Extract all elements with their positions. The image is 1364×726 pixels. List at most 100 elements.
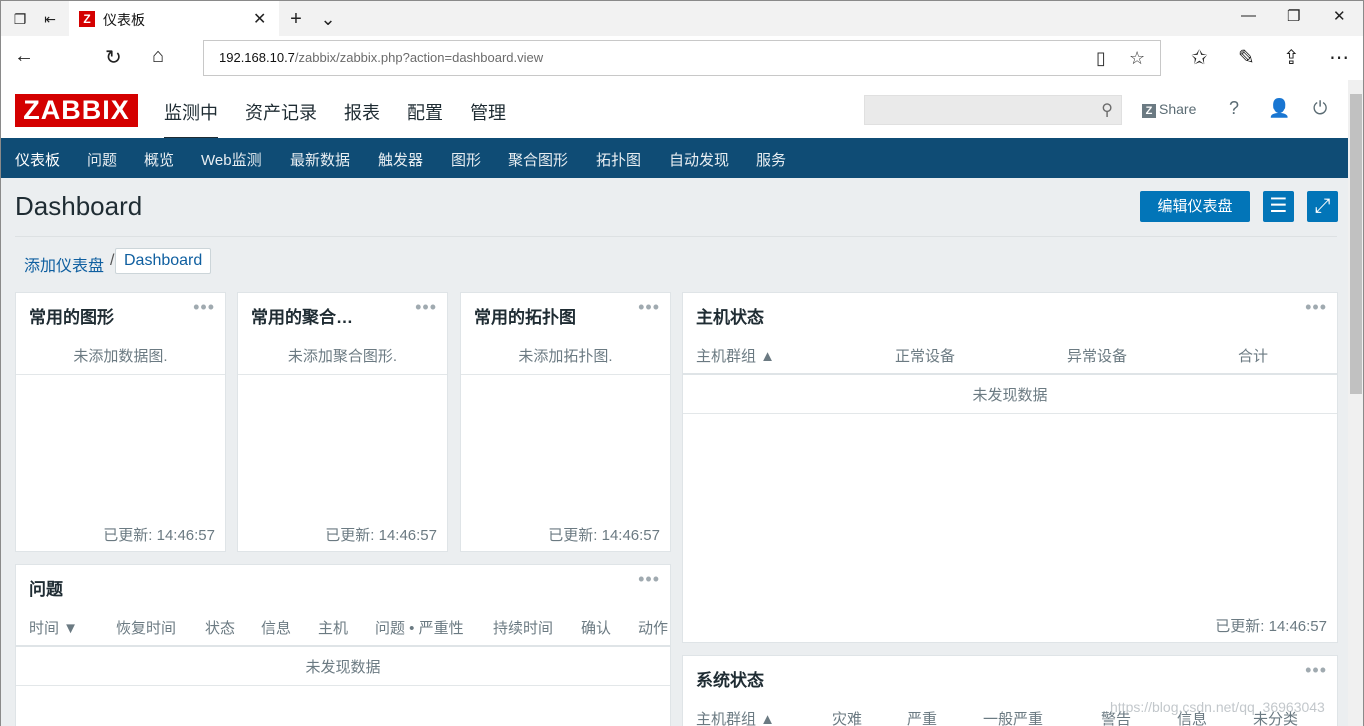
tab-close-icon[interactable]: ✕ (253, 9, 266, 29)
zabbix-logo[interactable]: ZABBIX (15, 94, 138, 127)
page-scrollbar[interactable] (1348, 80, 1364, 726)
column-header-average: 一般严重 (983, 711, 1044, 726)
widget-divider (16, 374, 225, 375)
widget-updated-time: 已更新: 14:46:57 (325, 527, 437, 544)
widget-options-icon[interactable]: ••• (638, 297, 660, 318)
top-menu-reports[interactable]: 报表 (344, 103, 380, 123)
widget-empty-message: 未添加数据图. (73, 348, 168, 365)
new-tab-icon[interactable]: + (287, 9, 305, 29)
tab-set-aside-icon[interactable]: ❐ (11, 10, 29, 28)
search-icon[interactable]: ⚲ (1101, 100, 1113, 120)
widget-updated-time: 已更新: 14:46:57 (1215, 618, 1327, 635)
more-icon[interactable]: ⋯ (1329, 45, 1349, 70)
sub-menu-latest-data[interactable]: 最新数据 (290, 149, 350, 170)
widget-options-icon[interactable]: ••• (415, 297, 437, 318)
widget-favourite-screens: 常用的聚合… ••• 未添加聚合图形. 已更新: 14:46:57 (237, 292, 448, 552)
watermark-text: https://blog.csdn.net/qq_36963043 (1110, 699, 1325, 715)
title-divider (15, 236, 1337, 237)
widget-updated-time: 已更新: 14:46:57 (103, 527, 215, 544)
tab-list-icon[interactable]: ⌄ (319, 10, 337, 28)
page-title: Dashboard (15, 191, 143, 221)
breadcrumb-separator: / (110, 252, 115, 269)
scrollbar-thumb[interactable] (1350, 94, 1362, 394)
sub-menu-overview[interactable]: 概览 (144, 149, 174, 170)
fullscreen-icon: ⤢ (1314, 195, 1331, 217)
table-header-divider (683, 373, 1337, 375)
tab-restore-icon[interactable]: ⇤ (41, 10, 59, 28)
breadcrumb-add-dashboard[interactable]: 添加仪表盘 (24, 252, 104, 276)
actions-menu-button[interactable]: ☰ (1263, 191, 1294, 222)
widget-options-icon[interactable]: ••• (638, 569, 660, 590)
widget-system-status: 系统状态 ••• 主机群组 ▲ 灾难 严重 一般严重 警告 信息 未分类 (682, 655, 1338, 726)
widget-divider (238, 374, 447, 375)
breadcrumb-current[interactable]: Dashboard (115, 248, 212, 274)
widget-options-icon[interactable]: ••• (1305, 297, 1327, 318)
user-profile-icon[interactable]: 👤 (1268, 98, 1290, 119)
share-label: Share (1159, 101, 1197, 117)
widget-title: 问题 (29, 580, 63, 599)
sub-menu-web[interactable]: Web监测 (201, 149, 262, 170)
sub-menu-screens[interactable]: 聚合图形 (508, 149, 568, 170)
url-field[interactable]: 192.168.10.7/zabbix/zabbix.php?action=da… (203, 40, 1161, 76)
widget-title: 系统状态 (696, 671, 764, 690)
sign-out-icon[interactable]: ⏻ (1313, 98, 1327, 119)
help-icon[interactable]: ? (1229, 98, 1239, 119)
column-header-recovery-time: 恢复时间 (116, 620, 177, 637)
table-header-divider (16, 645, 670, 647)
sub-menu-graphs[interactable]: 图形 (451, 149, 481, 170)
web-note-pen-icon[interactable]: ✎ (1238, 45, 1255, 70)
column-header-host: 主机 (318, 620, 349, 637)
top-menu: 监测中 资产记录 报表 配置 管理 (164, 99, 528, 140)
browser-address-bar: ← ↻ ⌂ 192.168.10.7/zabbix/zabbix.php?act… (0, 36, 1364, 80)
column-header-status: 状态 (205, 620, 236, 637)
window-close-icon[interactable]: ✕ (1333, 7, 1346, 25)
browser-titlebar: ❐ ⇤ Z 仪表板 ✕ + ⌄ — ❐ ✕ (0, 0, 1364, 37)
minimize-icon[interactable]: — (1241, 7, 1256, 24)
column-header-problem: 异常设备 (1067, 348, 1128, 365)
widget-title: 常用的聚合… (251, 308, 353, 327)
top-menu-administration[interactable]: 管理 (470, 103, 506, 123)
top-menu-monitoring[interactable]: 监测中 (164, 103, 218, 140)
share-link[interactable]: Z Share (1142, 101, 1196, 118)
zabbix-header: ZABBIX 监测中 资产记录 报表 配置 管理 ⚲ Z Share ? 👤 ⏻ (0, 80, 1348, 140)
reading-view-icon[interactable]: ▯ (1096, 48, 1106, 69)
refresh-icon[interactable]: ↻ (105, 45, 122, 70)
edit-dashboard-button[interactable]: 编辑仪表盘 (1140, 191, 1250, 222)
column-header-high: 严重 (907, 711, 938, 726)
widget-updated-time: 已更新: 14:46:57 (548, 527, 660, 544)
top-menu-configuration[interactable]: 配置 (407, 103, 443, 123)
home-icon[interactable]: ⌂ (152, 45, 164, 68)
top-menu-inventory[interactable]: 资产记录 (245, 103, 317, 123)
sub-menu-triggers[interactable]: 触发器 (378, 149, 423, 170)
widget-options-icon[interactable]: ••• (1305, 660, 1327, 681)
column-header-host-group[interactable]: 主机群组 ▲ (696, 345, 775, 366)
sub-menu-problems[interactable]: 问题 (87, 149, 117, 170)
browser-tab[interactable]: Z 仪表板 ✕ (69, 1, 279, 37)
widget-divider (461, 374, 670, 375)
search-input[interactable]: ⚲ (864, 95, 1122, 125)
back-icon[interactable]: ← (14, 45, 34, 68)
widget-favourite-graphs: 常用的图形 ••• 未添加数据图. 已更新: 14:46:57 (15, 292, 226, 552)
tab-title: 仪表板 (103, 12, 145, 28)
table-empty-message: 未发现数据 (305, 659, 381, 676)
zabbix-favicon: Z (79, 11, 95, 27)
column-header-time[interactable]: 时间 ▼ (29, 617, 78, 638)
column-header-host-group[interactable]: 主机群组 ▲ (696, 708, 775, 726)
dashboard-page: Dashboard 编辑仪表盘 ☰ ⤢ 添加仪表盘 / Dashboard 常用… (0, 178, 1348, 726)
widget-empty-message: 未添加聚合图形. (287, 348, 398, 365)
sub-menu-services[interactable]: 服务 (756, 149, 786, 170)
widget-options-icon[interactable]: ••• (193, 297, 215, 318)
column-header-total: 合计 (1238, 348, 1269, 365)
widget-problems: 问题 ••• 时间 ▼ 恢复时间 状态 信息 主机 问题 • 严重性 持续时间 … (15, 564, 671, 726)
url-text: 192.168.10.7/zabbix/zabbix.php?action=da… (219, 50, 544, 65)
favorite-star-icon[interactable]: ☆ (1129, 48, 1145, 69)
maximize-icon[interactable]: ❐ (1287, 7, 1300, 25)
column-header-problem-severity: 问题 • 严重性 (375, 620, 464, 637)
sub-menu-discovery[interactable]: 自动发现 (669, 149, 729, 170)
sub-menu-maps[interactable]: 拓扑图 (596, 149, 641, 170)
column-header-actions: 动作 (638, 620, 669, 637)
share-logo-icon: Z (1142, 104, 1156, 118)
share-icon[interactable]: ⇪ (1283, 45, 1300, 70)
favorites-hub-icon[interactable]: ✩ (1191, 45, 1208, 70)
fullscreen-button[interactable]: ⤢ (1307, 191, 1338, 222)
